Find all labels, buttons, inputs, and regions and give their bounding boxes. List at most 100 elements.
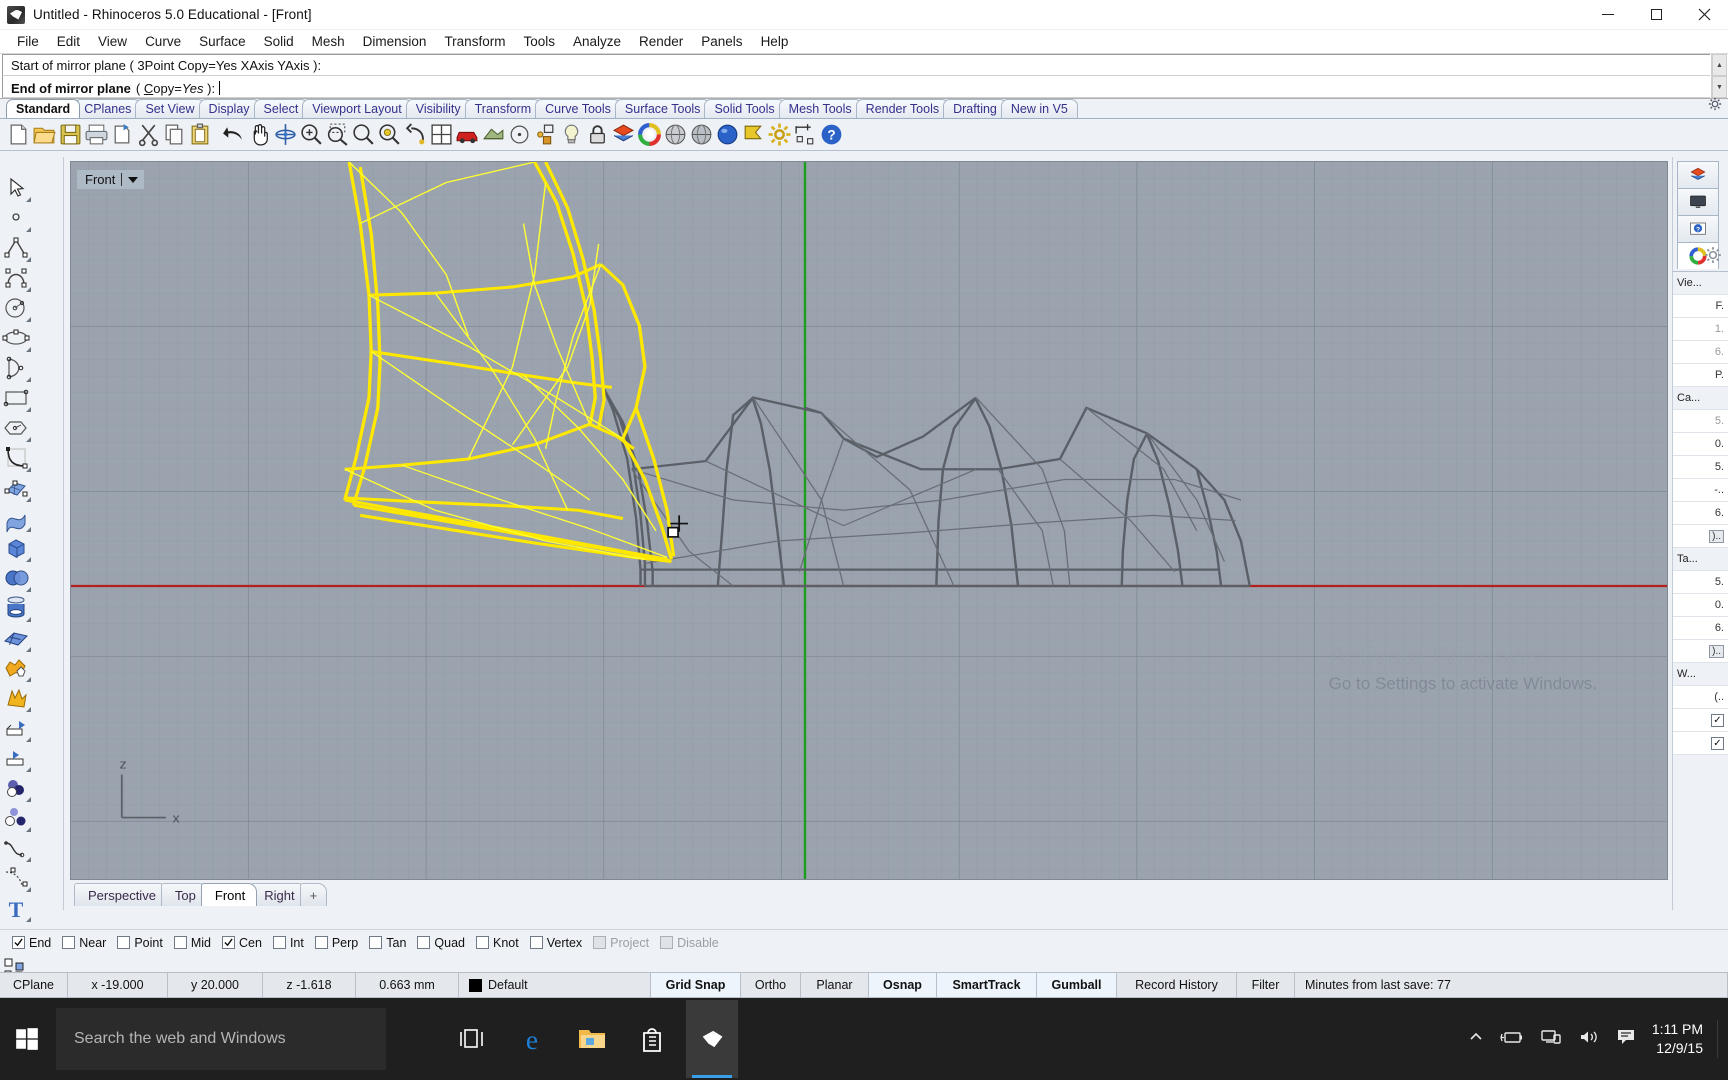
- arc-icon[interactable]: [0, 353, 32, 383]
- status-toggle-ortho[interactable]: Ortho: [741, 973, 801, 997]
- render-preview-icon[interactable]: [689, 122, 714, 147]
- toolbar-tab-render-tools[interactable]: Render Tools: [856, 99, 949, 118]
- print-icon[interactable]: [84, 122, 109, 147]
- minimize-button[interactable]: [1584, 0, 1632, 30]
- raytrace-sphere-icon[interactable]: [715, 122, 740, 147]
- toolbar-tab-set-view[interactable]: Set View: [135, 99, 204, 118]
- osnap-mid[interactable]: Mid: [172, 936, 217, 950]
- display-panel-icon[interactable]: [1677, 188, 1719, 215]
- color-wheel-icon[interactable]: [637, 122, 662, 147]
- help-panel-icon[interactable]: ?: [1677, 215, 1719, 242]
- layers-panel-icon[interactable]: [1677, 161, 1719, 188]
- osnap-point[interactable]: Point: [115, 936, 169, 950]
- checkbox-near[interactable]: [62, 936, 75, 949]
- cut-scissors-icon[interactable]: [136, 122, 161, 147]
- status-toggle-planar[interactable]: Planar: [801, 973, 869, 997]
- status-cplane[interactable]: CPlane: [0, 973, 68, 997]
- cylinder-icon[interactable]: [0, 593, 32, 623]
- help-icon[interactable]: ?: [819, 122, 844, 147]
- status-toggle-grid-snap[interactable]: Grid Snap: [651, 973, 741, 997]
- zoom-selected-icon[interactable]: [351, 122, 376, 147]
- rhino-app-icon[interactable]: [686, 1000, 738, 1078]
- menu-render[interactable]: Render: [630, 32, 692, 51]
- toolbar-tab-cplanes[interactable]: CPlanes: [74, 99, 141, 118]
- circle-icon[interactable]: [0, 293, 32, 323]
- checkbox-project[interactable]: [593, 936, 606, 949]
- property-row[interactable]: 5.: [1673, 456, 1728, 479]
- task-view-icon[interactable]: [446, 1000, 498, 1078]
- toolbar-tab-surface-tools[interactable]: Surface Tools: [615, 99, 711, 118]
- property-row[interactable]: 5.: [1673, 410, 1728, 433]
- command-scroll-up-icon[interactable]: ▲: [1712, 54, 1727, 76]
- undo-view-icon[interactable]: [403, 122, 428, 147]
- toolbar-tab-new-in-v5[interactable]: New in V5: [1001, 99, 1078, 118]
- toolbar-tab-drafting[interactable]: Drafting: [943, 99, 1007, 118]
- property-checkbox[interactable]: ✓: [1711, 714, 1724, 727]
- checkbox-disable[interactable]: [660, 936, 673, 949]
- render-sphere-icon[interactable]: [663, 122, 688, 147]
- paste-icon[interactable]: [188, 122, 213, 147]
- viewport-tab-add-button[interactable]: +: [300, 883, 328, 906]
- lock-icon[interactable]: [585, 122, 610, 147]
- osnap-perp[interactable]: Perp: [313, 936, 364, 950]
- menu-mesh[interactable]: Mesh: [303, 32, 354, 51]
- property-row[interactable]: 0.: [1673, 594, 1728, 617]
- checkbox-mid[interactable]: [174, 936, 187, 949]
- options-gear-icon[interactable]: [767, 122, 792, 147]
- checkbox-int[interactable]: [273, 936, 286, 949]
- blend-curve-icon[interactable]: [0, 833, 32, 863]
- network-icon[interactable]: [1540, 1029, 1562, 1050]
- zoom-extents-icon[interactable]: [377, 122, 402, 147]
- menu-surface[interactable]: Surface: [190, 32, 255, 51]
- front-viewport[interactable]: Front: [70, 161, 1668, 880]
- property-checkbox[interactable]: ✓: [1711, 737, 1724, 750]
- toolbar-tab-mesh-tools[interactable]: Mesh Tools: [779, 99, 862, 118]
- osnap-tan[interactable]: Tan: [367, 936, 412, 950]
- toolbar-tab-transform[interactable]: Transform: [465, 99, 542, 118]
- action-center-icon[interactable]: [1616, 1028, 1636, 1051]
- taskbar-clock[interactable]: 1:11 PM 12/9/15: [1652, 1020, 1718, 1058]
- circle-point-icon[interactable]: [507, 122, 532, 147]
- viewport-tab-front[interactable]: Front: [201, 883, 257, 906]
- close-button[interactable]: [1680, 0, 1728, 30]
- property-row[interactable]: 5.: [1673, 571, 1728, 594]
- surface-grid-icon[interactable]: [0, 623, 32, 653]
- checkbox-perp[interactable]: [315, 936, 328, 949]
- property-row[interactable]: 6.: [1673, 502, 1728, 525]
- property-row[interactable]: )..: [1673, 525, 1728, 548]
- box-icon[interactable]: [0, 533, 32, 563]
- menu-help[interactable]: Help: [752, 32, 798, 51]
- layer-color-swatch[interactable]: [469, 979, 482, 992]
- checkbox-cen[interactable]: [222, 936, 235, 949]
- flag-icon[interactable]: [741, 122, 766, 147]
- gear-panel-icon[interactable]: [1700, 242, 1726, 268]
- command-option-value[interactable]: Yes: [182, 81, 204, 96]
- sphere-boolean-icon[interactable]: [0, 563, 32, 593]
- layer-icon[interactable]: [611, 122, 636, 147]
- chevron-down-icon[interactable]: [128, 177, 138, 183]
- property-row[interactable]: (..: [1673, 686, 1728, 709]
- split-icon[interactable]: [0, 743, 32, 773]
- polygon-icon[interactable]: [0, 413, 32, 443]
- command-scrollbar[interactable]: ▲ ▼: [1711, 54, 1727, 98]
- toolbar-tab-standard[interactable]: Standard: [6, 99, 80, 118]
- ellipse-icon[interactable]: [0, 323, 32, 353]
- property-row[interactable]: 6.: [1673, 341, 1728, 364]
- light-bulb-icon[interactable]: [559, 122, 584, 147]
- zoom-in-icon[interactable]: [299, 122, 324, 147]
- toolbar-tab-solid-tools[interactable]: Solid Tools: [704, 99, 784, 118]
- trim-icon[interactable]: [0, 713, 32, 743]
- property-row[interactable]: 6.: [1673, 617, 1728, 640]
- toolbar-tab-viewport-layout[interactable]: Viewport Layout: [302, 99, 411, 118]
- property-row[interactable]: 1.: [1673, 318, 1728, 341]
- toolbar-tab-select[interactable]: Select: [254, 99, 309, 118]
- property-row[interactable]: -..: [1673, 479, 1728, 502]
- store-icon[interactable]: [626, 1000, 678, 1078]
- osnap-near[interactable]: Near: [60, 936, 112, 950]
- toolbar-tab-visibility[interactable]: Visibility: [406, 99, 471, 118]
- dimension-icon[interactable]: [793, 122, 818, 147]
- viewport-canvas[interactable]: z x: [71, 162, 1667, 879]
- windows-start-icon[interactable]: [0, 998, 54, 1080]
- gear-icon[interactable]: [1708, 97, 1722, 116]
- osnap-int[interactable]: Int: [271, 936, 310, 950]
